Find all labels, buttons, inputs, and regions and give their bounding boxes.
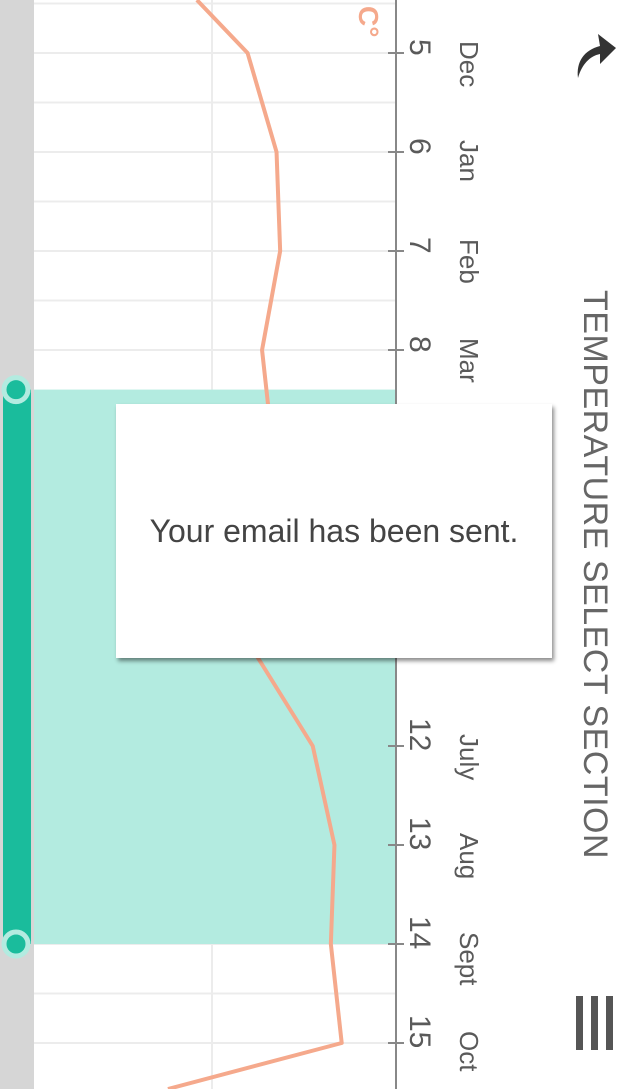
selection-rail-bar[interactable] <box>3 389 31 945</box>
unit-label: C° <box>353 6 384 38</box>
tick-label-number: 15 <box>403 1015 436 1049</box>
range-handle-end[interactable] <box>1 929 31 959</box>
range-handle-start[interactable] <box>1 375 31 405</box>
tick-label-number: 12 <box>403 718 436 752</box>
tick-label-number: 6 <box>403 138 436 155</box>
tick-label-month: Aug <box>454 833 484 880</box>
tick-label-number: 8 <box>403 336 436 353</box>
dialog-message: Your email has been sent. <box>149 512 519 549</box>
tick-label-month: Oct <box>454 1031 484 1072</box>
tick-label-number: 7 <box>403 237 436 254</box>
tick-label-number: 13 <box>403 817 436 851</box>
curved-arrow-icon[interactable] <box>570 26 620 82</box>
confirmation-dialog: Your email has been sent. <box>116 404 552 658</box>
tick-label-number: 5 <box>403 39 436 56</box>
tick-label-month: Sept <box>454 932 484 986</box>
tick-label-number: 14 <box>403 916 436 950</box>
tick-label-month: Dec <box>454 41 484 88</box>
hamburger-menu-icon[interactable] <box>572 994 618 1052</box>
tick-label-month: Mar <box>454 338 484 383</box>
tick-label-month: Jan <box>454 140 484 182</box>
tick-label-month: July <box>454 734 484 781</box>
screen: C° 5 Dec 6 Jan 7 Feb 8 Mar 12 July 13 Aug 14 Sept 15 Oc… <box>0 0 640 1089</box>
tick-label-month: Feb <box>454 239 484 284</box>
section-title: TEMPERATURE SELECT SECTION <box>576 290 614 860</box>
